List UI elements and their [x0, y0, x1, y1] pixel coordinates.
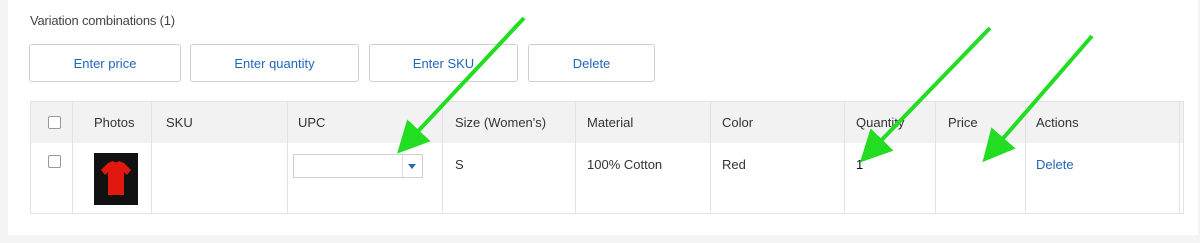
table-header: Photos SKU UPC Size (Women's) Material C…	[31, 102, 1183, 143]
chevron-down-icon[interactable]	[402, 155, 422, 177]
row-quantity[interactable]: 1	[856, 157, 863, 172]
row-color: Red	[722, 157, 746, 172]
variations-panel: Variation combinations (1) Enter price E…	[8, 0, 1198, 235]
header-photos: Photos	[94, 115, 135, 130]
header-quantity: Quantity	[856, 115, 905, 130]
upc-select[interactable]	[293, 154, 423, 178]
section-title: Variation combinations (1)	[30, 13, 175, 28]
header-material: Material	[587, 115, 634, 130]
header-upc: UPC	[298, 115, 326, 130]
row-checkbox[interactable]	[48, 155, 61, 168]
header-size: Size (Women's)	[455, 115, 547, 130]
header-color: Color	[722, 115, 754, 130]
header-price: Price	[948, 115, 978, 130]
row-delete-link[interactable]: Delete	[1036, 157, 1074, 172]
red-tshirt-icon[interactable]	[94, 153, 138, 205]
select-all-checkbox[interactable]	[48, 116, 61, 129]
header-sku: SKU	[166, 115, 193, 130]
enter-quantity-button[interactable]: Enter quantity	[190, 44, 359, 82]
header-actions: Actions	[1036, 115, 1079, 130]
enter-sku-button[interactable]: Enter SKU	[369, 44, 518, 82]
variations-table: Photos SKU UPC Size (Women's) Material C…	[30, 101, 1184, 214]
row-size: S	[455, 157, 464, 172]
delete-button[interactable]: Delete	[528, 44, 655, 82]
row-material: 100% Cotton	[587, 157, 663, 172]
enter-price-button[interactable]: Enter price	[29, 44, 181, 82]
